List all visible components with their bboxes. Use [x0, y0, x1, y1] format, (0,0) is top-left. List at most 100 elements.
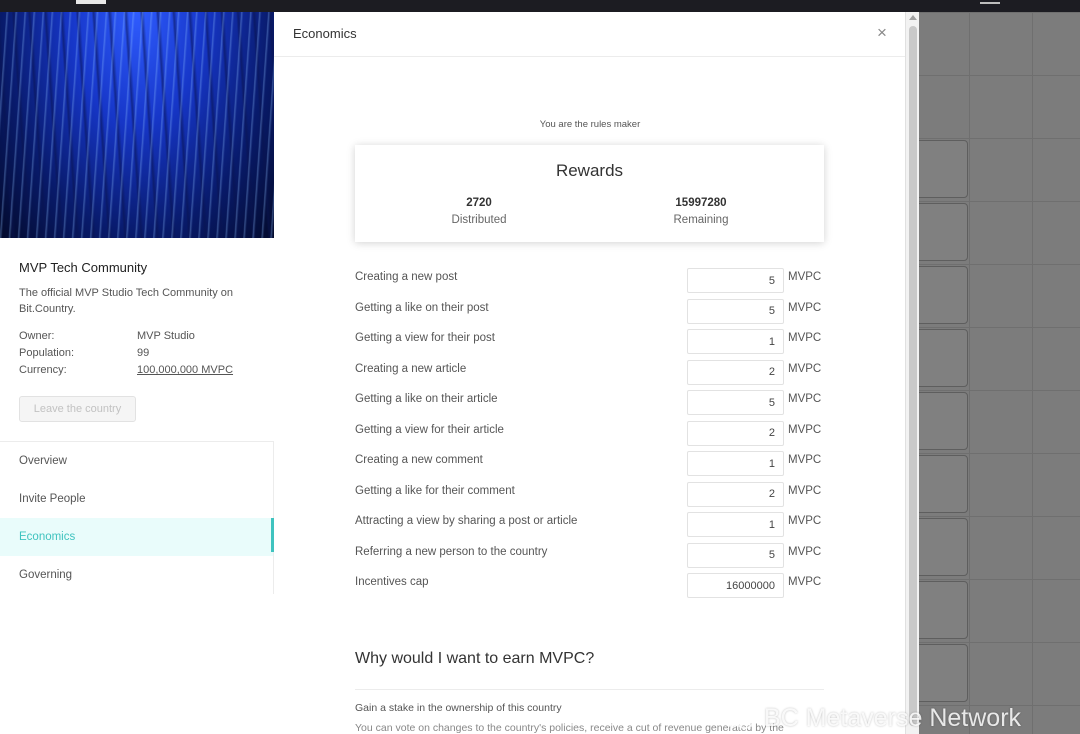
background-tile: [912, 518, 968, 576]
country-description: The official MVP Studio Tech Community o…: [19, 287, 233, 315]
rate-label: Creating a new comment: [355, 454, 483, 466]
rate-row: Getting a view for their article MVPC: [355, 420, 835, 452]
background-tile: [912, 392, 968, 450]
rate-unit: MVPC: [788, 362, 822, 375]
background-tile: [912, 581, 968, 639]
modal-scrollbar[interactable]: [905, 12, 919, 734]
why-earn-heading: Why would I want to earn MVPC?: [355, 650, 595, 667]
currency-link[interactable]: 100,000,000 MVPC: [137, 364, 233, 381]
info-row-currency: Currency: 100,000,000 MVPC: [19, 364, 233, 381]
rate-row: Creating a new comment MVPC: [355, 451, 835, 482]
rate-unit: MVPC: [788, 545, 822, 558]
remaining-label: Remaining: [673, 214, 729, 226]
rate-label: Referring a new person to the country: [355, 545, 548, 558]
watermark: BC Metaverse Network: [722, 704, 1021, 733]
top-navbar: [0, 0, 1080, 12]
distributed-label: Distributed: [451, 214, 507, 226]
background-tile: [912, 203, 968, 261]
scrollbar-thumb[interactable]: [909, 26, 917, 726]
economics-modal: Economics × You are the rules maker Rewa…: [274, 12, 906, 734]
modal-header: Economics ×: [274, 12, 906, 57]
country-info: Owner: MVP Studio Population: 99 Currenc…: [19, 330, 233, 381]
rules-maker-note: You are the rules maker: [539, 119, 641, 130]
rate-label: Getting a like on their post: [355, 301, 489, 314]
country-cover-image: [0, 12, 274, 238]
country-menu: Overview Invite People Economics Governi…: [0, 441, 274, 594]
rate-unit: MVPC: [788, 454, 822, 466]
rate-unit: MVPC: [788, 576, 822, 588]
rate-input[interactable]: [687, 329, 784, 354]
rate-row: Attracting a view by sharing a post or a…: [355, 512, 835, 543]
scroll-up-icon[interactable]: [909, 15, 917, 20]
rate-input[interactable]: [687, 268, 784, 293]
stake-title: Gain a stake in the ownership of this co…: [355, 702, 562, 714]
remaining-value: 15997280: [675, 197, 727, 209]
leave-country-button[interactable]: Leave the country: [19, 396, 136, 422]
rate-label: Creating a new article: [355, 362, 467, 375]
country-sidebar: MVP Tech Community The official MVP Stud…: [0, 12, 274, 734]
rate-label: Getting a like on their article: [355, 393, 498, 405]
divider: [355, 689, 824, 690]
reward-rates-form: Creating a new post MVPC Getting a like …: [355, 268, 835, 604]
wechat-icon: [722, 708, 756, 730]
rate-row: Getting a like on their article MVPC: [355, 390, 835, 421]
rate-unit: MVPC: [788, 484, 822, 497]
background-tile: [912, 329, 968, 387]
rate-label: Creating a new post: [355, 271, 458, 283]
rate-input[interactable]: [687, 298, 784, 324]
remaining-stat: 15997280 Remaining: [621, 197, 781, 226]
rate-row: Creating a new post MVPC: [355, 268, 835, 299]
info-row-owner: Owner: MVP Studio: [19, 330, 233, 347]
rate-input[interactable]: [687, 542, 784, 568]
rate-row: Referring a new person to the country MV…: [355, 542, 835, 574]
rate-label: Getting a like for their comment: [355, 484, 515, 497]
rate-label: Incentives cap: [355, 576, 429, 588]
info-row-population: Population: 99: [19, 347, 233, 364]
rate-unit: MVPC: [788, 332, 822, 344]
country-name: MVP Tech Community: [19, 260, 148, 275]
background-tile: [912, 455, 968, 513]
modal-title: Economics: [293, 26, 357, 41]
rate-unit: MVPC: [788, 271, 822, 283]
background-tile: [912, 644, 968, 702]
distributed-value: 2720: [466, 197, 492, 209]
menu-item-invite-people[interactable]: Invite People: [0, 480, 274, 518]
menu-item-overview[interactable]: Overview: [0, 442, 274, 480]
rate-row: Getting a like on their post MVPC: [355, 298, 835, 330]
info-key: Owner:: [19, 330, 55, 342]
rate-input[interactable]: [687, 512, 784, 537]
rate-input[interactable]: [687, 481, 784, 507]
background-tile: [912, 266, 968, 324]
rate-input[interactable]: [687, 390, 784, 415]
rate-row: Getting a view for their post MVPC: [355, 329, 835, 360]
rewards-title: Rewards: [555, 161, 624, 180]
background-tiles: [912, 140, 968, 707]
incentives-cap-input[interactable]: [687, 573, 784, 598]
menu-icon[interactable]: [980, 2, 1000, 4]
rate-row: Creating a new article MVPC: [355, 359, 835, 391]
rate-unit: MVPC: [788, 393, 822, 405]
info-key: Population:: [19, 347, 75, 359]
rate-label: Attracting a view by sharing a post or a…: [355, 515, 578, 527]
rewards-card: Rewards 2720 Distributed 15997280 Remain…: [355, 145, 824, 242]
close-icon[interactable]: ×: [874, 24, 890, 41]
rate-input[interactable]: [687, 420, 784, 446]
rate-label: Getting a view for their post: [355, 332, 495, 344]
rate-row-incentives-cap: Incentives cap MVPC: [355, 573, 835, 604]
distributed-stat: 2720 Distributed: [399, 197, 559, 226]
menu-item-governing[interactable]: Governing: [0, 556, 274, 594]
logo-icon[interactable]: [76, 0, 106, 4]
rate-unit: MVPC: [788, 301, 822, 314]
rate-label: Getting a view for their article: [355, 423, 504, 436]
rate-input[interactable]: [687, 451, 784, 476]
info-value: MVP Studio: [137, 330, 195, 342]
rate-unit: MVPC: [788, 515, 822, 527]
rate-unit: MVPC: [788, 423, 822, 436]
rate-row: Getting a like for their comment MVPC: [355, 481, 835, 513]
rate-input[interactable]: [687, 359, 784, 385]
watermark-text: BC Metaverse Network: [764, 704, 1022, 732]
background-tile: [912, 140, 968, 198]
menu-item-economics[interactable]: Economics: [0, 518, 274, 556]
info-value: 99: [137, 347, 150, 359]
info-key: Currency:: [19, 364, 67, 376]
